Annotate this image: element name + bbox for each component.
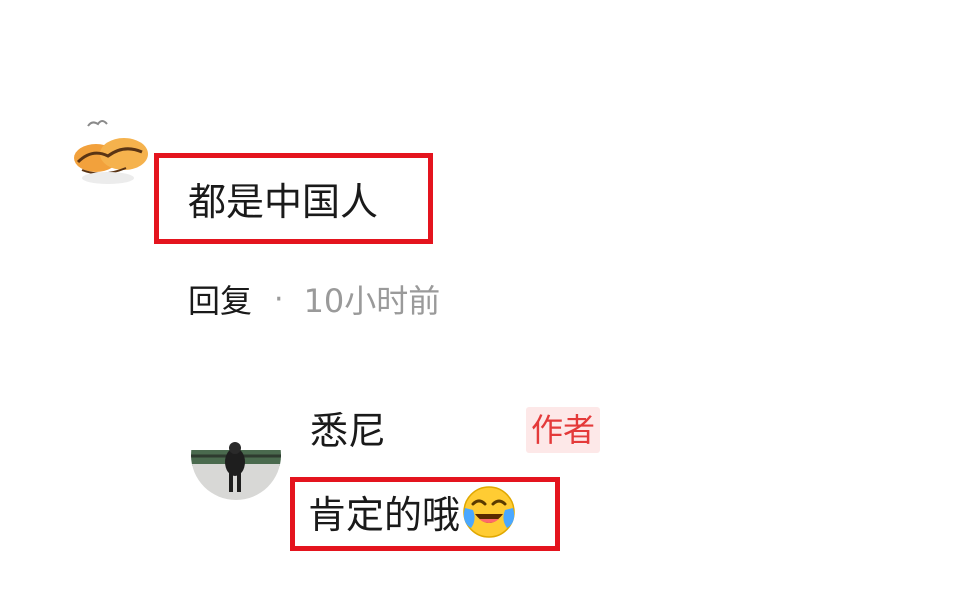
author-badge: 作者 bbox=[526, 407, 601, 453]
comment-actions: 回复 · 10小时前 bbox=[188, 276, 441, 322]
user-avatar-icon bbox=[66, 106, 150, 190]
comment-text: 都是中国人 bbox=[188, 180, 379, 224]
reply-author-avatar[interactable] bbox=[191, 410, 281, 500]
reply-button[interactable]: 回复 bbox=[188, 276, 252, 322]
user-avatar-icon bbox=[191, 410, 281, 500]
reply-text: 肯定的哦 bbox=[308, 493, 461, 537]
commenter-avatar[interactable] bbox=[66, 106, 150, 190]
dot-separator: · bbox=[274, 281, 284, 317]
reply-username[interactable]: 悉尼 bbox=[310, 407, 386, 455]
comment-thread: 都是中国人 回复 · 10小时前 悉尼 作者 肯定的哦 bbox=[0, 0, 960, 589]
crying-laughing-emoji-icon bbox=[463, 486, 515, 538]
reply-content: 肯定的哦 bbox=[308, 486, 517, 540]
comment-timestamp: 10小时前 bbox=[303, 282, 441, 320]
